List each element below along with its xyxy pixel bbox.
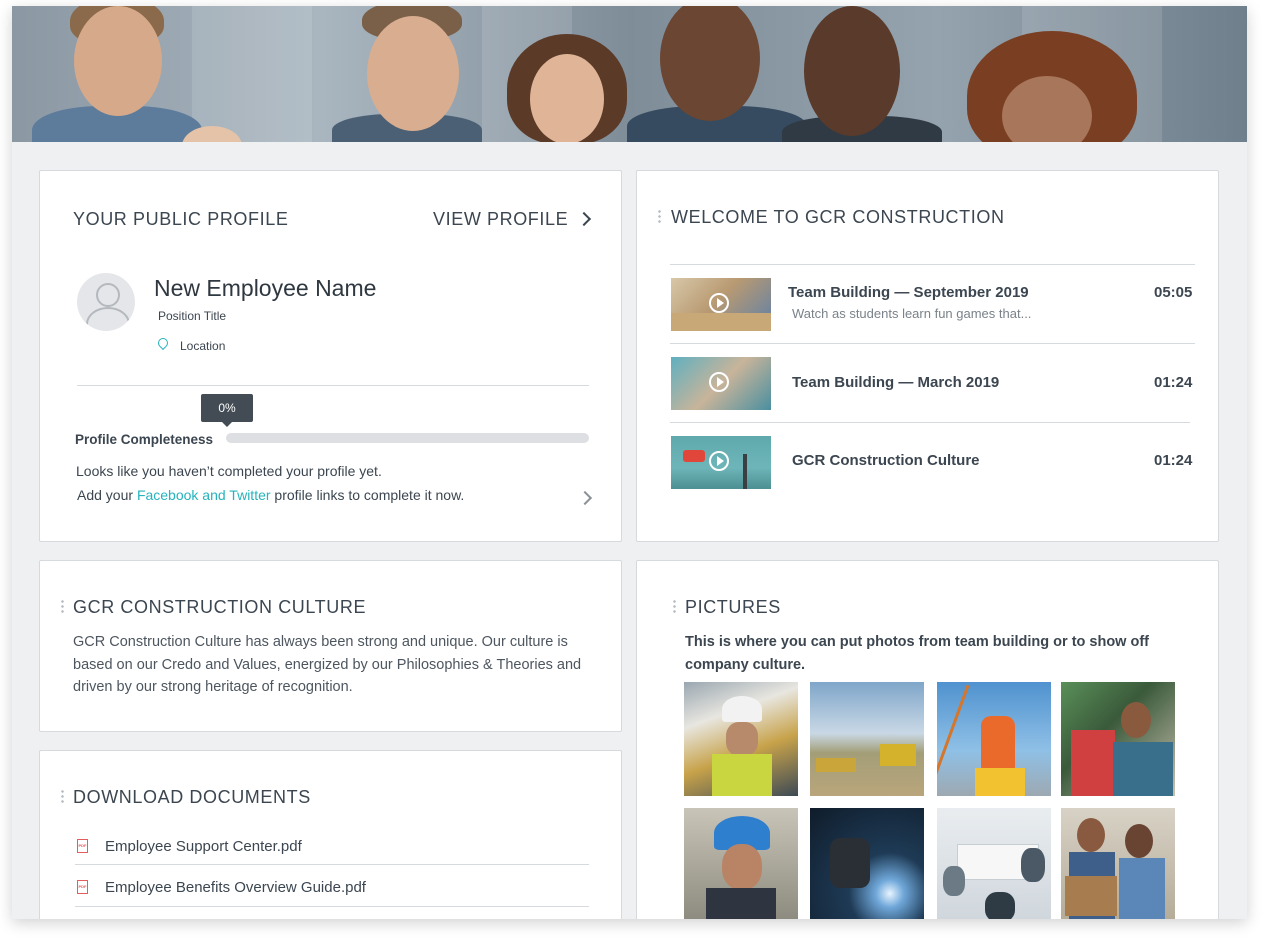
video-thumbnail[interactable] — [671, 357, 771, 410]
welcome-card-title: WELCOME TO GCR CONSTRUCTION — [671, 207, 1005, 227]
message-prefix: Add your — [77, 487, 137, 503]
pictures-card-title: PICTURES — [685, 597, 781, 617]
gallery-photo[interactable] — [937, 808, 1051, 919]
video-duration: 05:05 — [1154, 284, 1193, 301]
divider — [77, 385, 589, 386]
gallery-photo[interactable] — [1061, 682, 1175, 796]
social-links-link[interactable]: Facebook and Twitter — [137, 487, 271, 503]
completeness-progress-bar — [226, 433, 589, 443]
pdf-icon: PDF — [77, 880, 88, 894]
video-thumbnail[interactable] — [671, 278, 771, 331]
position-title: Position Title — [158, 309, 227, 323]
gallery-photo[interactable] — [684, 682, 798, 796]
video-title[interactable]: GCR Construction Culture — [792, 452, 980, 469]
message-suffix: profile links to complete it now. — [270, 487, 465, 503]
gallery-photo[interactable] — [937, 682, 1051, 796]
drag-handle-icon[interactable] — [673, 599, 676, 613]
video-title[interactable]: Team Building — September 2019 — [788, 284, 1029, 301]
pictures-card: PICTURES This is where you can put photo… — [636, 560, 1219, 919]
divider — [670, 343, 1195, 344]
video-thumbnail[interactable] — [671, 436, 771, 489]
video-duration: 01:24 — [1154, 374, 1193, 391]
chevron-right-icon[interactable] — [577, 490, 593, 506]
culture-card: GCR CONSTRUCTION CULTURE GCR Constructio… — [39, 560, 622, 732]
hero-banner-image — [12, 6, 1247, 142]
profile-message-line1: Looks like you haven’t completed your pr… — [76, 463, 382, 479]
profile-message-line2: Add your Facebook and Twitter profile li… — [77, 487, 464, 503]
welcome-card: WELCOME TO GCR CONSTRUCTION Team Buildin… — [636, 170, 1219, 542]
play-icon[interactable] — [709, 451, 729, 471]
divider — [670, 264, 1195, 265]
play-icon[interactable] — [709, 372, 729, 392]
gallery-photo[interactable] — [810, 808, 924, 919]
culture-card-title: GCR CONSTRUCTION CULTURE — [73, 597, 367, 617]
divider — [670, 422, 1190, 423]
divider — [75, 864, 589, 865]
gallery-photo[interactable] — [1061, 808, 1175, 919]
drag-handle-icon[interactable] — [61, 599, 64, 613]
location-pin-icon — [155, 335, 171, 351]
culture-description: GCR Construction Culture has always been… — [73, 634, 582, 695]
gallery-photo[interactable] — [684, 808, 798, 919]
video-duration: 01:24 — [1154, 452, 1193, 469]
video-title[interactable]: Team Building — March 2019 — [792, 374, 999, 391]
employee-name: New Employee Name — [154, 275, 377, 301]
profile-card-title: YOUR PUBLIC PROFILE — [73, 209, 289, 229]
pictures-description: This is where you can put photos from te… — [685, 634, 1150, 673]
divider — [75, 906, 589, 907]
document-link[interactable]: Employee Support Center.pdf — [105, 838, 302, 855]
view-profile-link[interactable]: VIEW PROFILE — [433, 209, 568, 230]
pdf-icon: PDF — [77, 839, 88, 853]
play-icon[interactable] — [709, 293, 729, 313]
completeness-tooltip: 0% — [201, 394, 253, 427]
drag-handle-icon[interactable] — [658, 209, 661, 223]
video-description: Watch as students learn fun games that..… — [792, 306, 1032, 321]
documents-card-title: DOWNLOAD DOCUMENTS — [73, 787, 311, 807]
gallery-photo[interactable] — [810, 682, 924, 796]
avatar — [77, 273, 135, 331]
profile-card: YOUR PUBLIC PROFILE VIEW PROFILE New Emp… — [39, 170, 622, 542]
completeness-label: Profile Completeness — [75, 432, 214, 447]
chevron-right-icon[interactable] — [576, 211, 592, 227]
documents-card: DOWNLOAD DOCUMENTS PDF Employee Support … — [39, 750, 622, 919]
drag-handle-icon[interactable] — [61, 789, 64, 803]
app-frame: YOUR PUBLIC PROFILE VIEW PROFILE New Emp… — [12, 6, 1247, 919]
location-text: Location — [180, 339, 226, 353]
document-link[interactable]: Employee Benefits Overview Guide.pdf — [105, 879, 366, 896]
